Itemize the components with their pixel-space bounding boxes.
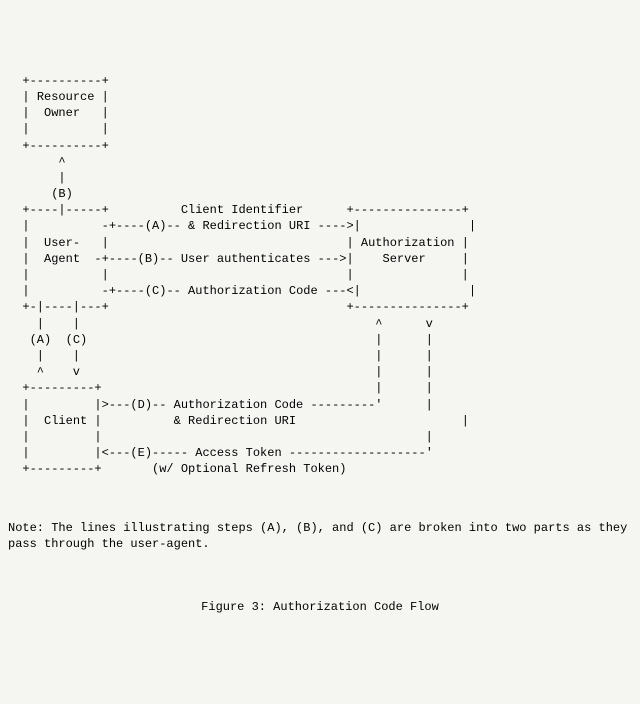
step-e-label: Access Token — [195, 446, 281, 460]
client-identifier-label: Client Identifier — [181, 203, 303, 217]
figure-caption: Figure 3: Authorization Code Flow — [8, 599, 632, 615]
step-a-down: (A) — [30, 333, 52, 347]
user-agent-box-l2: Agent — [44, 252, 80, 266]
ascii-diagram: +----------+ | Resource | | Owner | | | … — [8, 73, 632, 478]
step-b: (B) — [138, 252, 160, 266]
step-a-label: & Redirection URI — [188, 219, 310, 233]
resource-owner-box-l2: Owner — [44, 106, 80, 120]
step-e-sublabel: (w/ Optional Refresh Token) — [152, 462, 346, 476]
step-e: (E) — [130, 446, 152, 460]
step-d: (D) — [130, 398, 152, 412]
step-c-down: (C) — [66, 333, 88, 347]
client-box: Client — [44, 414, 87, 428]
step-c-label: Authorization Code — [188, 284, 318, 298]
resource-owner-box-l1: Resource — [37, 90, 95, 104]
step-c: (C) — [145, 284, 167, 298]
diagram-note: Note: The lines illustrating steps (A), … — [8, 520, 632, 552]
step-b-label: User authenticates — [181, 252, 311, 266]
user-agent-box-l1: User- — [44, 236, 80, 250]
step-a: (A) — [145, 219, 167, 233]
step-d-label-l1: Authorization Code — [174, 398, 304, 412]
step-d-label-l2: & Redirection URI — [174, 414, 296, 428]
authz-server-box-l2: Server — [383, 252, 426, 266]
authz-server-box-l1: Authorization — [361, 236, 455, 250]
step-b-up: (B) — [51, 187, 73, 201]
